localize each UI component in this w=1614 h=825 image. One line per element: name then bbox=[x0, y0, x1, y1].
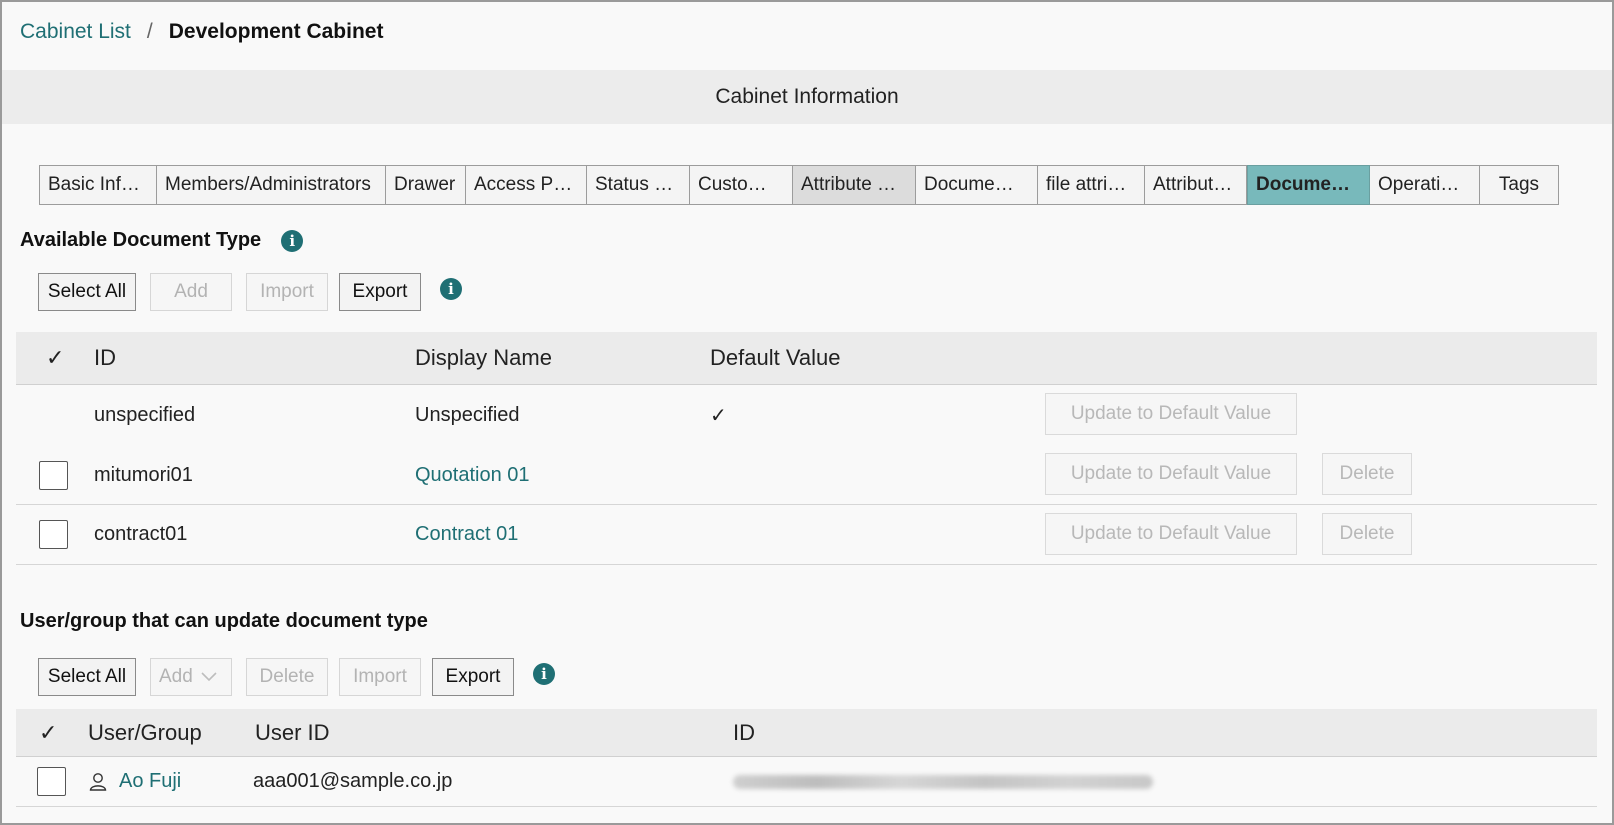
add-dropdown-label: Add bbox=[159, 666, 193, 687]
tab-tags[interactable]: Tags bbox=[1480, 165, 1559, 205]
import-button[interactable]: Import bbox=[246, 273, 328, 311]
select-all-button[interactable]: Select All bbox=[38, 658, 136, 696]
tab-document-type[interactable]: Docume… bbox=[1247, 165, 1370, 205]
tab-bar: Basic Inf… Members/Administrators Drawer… bbox=[39, 165, 1559, 205]
breadcrumb: Cabinet List / Development Cabinet bbox=[20, 20, 383, 44]
row-checkbox-cell bbox=[37, 757, 66, 806]
row-checkbox-cell bbox=[39, 446, 68, 504]
table-row: mitumori01 Quotation 01 Update to Defaul… bbox=[16, 446, 1597, 505]
chevron-down-icon bbox=[201, 666, 217, 688]
row-id: unspecified bbox=[94, 404, 196, 426]
document-type-table-header: ✓ ID Display Name Default Value bbox=[16, 332, 1597, 385]
tab-access-permissions[interactable]: Access P… bbox=[466, 165, 587, 205]
tab-members-administrators[interactable]: Members/Administrators bbox=[157, 165, 386, 205]
delete-button[interactable]: Delete bbox=[1322, 513, 1412, 555]
row-user-id: aaa001@sample.co.jp bbox=[253, 770, 453, 792]
tab-status[interactable]: Status … bbox=[587, 165, 690, 205]
update-default-button[interactable]: Update to Default Value bbox=[1045, 393, 1297, 435]
display-name-column-header[interactable]: Display Name bbox=[415, 332, 552, 384]
tab-operation[interactable]: Operati… bbox=[1370, 165, 1480, 205]
breadcrumb-separator: / bbox=[146, 20, 153, 43]
table-row: Ao Fuji aaa001@sample.co.jp bbox=[16, 757, 1597, 807]
tab-attribute-2[interactable]: Attribut… bbox=[1145, 165, 1247, 205]
export-button[interactable]: Export bbox=[432, 658, 514, 696]
tab-drawer[interactable]: Drawer bbox=[386, 165, 466, 205]
delete-button[interactable]: Delete bbox=[246, 658, 328, 696]
table-row: unspecified Unspecified ✓ Update to Defa… bbox=[16, 385, 1597, 446]
row-id: contract01 bbox=[94, 523, 188, 545]
add-button[interactable]: Add bbox=[150, 273, 232, 311]
row-display-name-link[interactable]: Quotation 01 bbox=[415, 446, 530, 504]
id-column-header[interactable]: ID bbox=[733, 709, 755, 756]
info-icon[interactable]: i bbox=[533, 663, 555, 685]
tab-document[interactable]: Docume… bbox=[916, 165, 1038, 205]
row-display-name-link[interactable]: Contract 01 bbox=[415, 505, 518, 564]
default-check-icon: ✓ bbox=[710, 405, 727, 427]
tab-basic-info[interactable]: Basic Inf… bbox=[39, 165, 157, 205]
user-id-column-header[interactable]: User ID bbox=[255, 709, 330, 756]
row-checkbox-cell bbox=[39, 505, 68, 564]
info-icon[interactable]: i bbox=[281, 229, 304, 252]
user-group-update-label: User/group that can update document type bbox=[20, 610, 428, 632]
section-header-band: Cabinet Information bbox=[2, 70, 1612, 124]
redacted-id bbox=[733, 757, 1153, 806]
breadcrumb-cabinet-list-link[interactable]: Cabinet List bbox=[20, 20, 131, 44]
user-group-table-header: ✓ User/Group User ID ID bbox=[16, 709, 1597, 757]
available-document-type-title: Available Document Type i bbox=[20, 229, 304, 252]
table-row: contract01 Contract 01 Update to Default… bbox=[16, 505, 1597, 565]
add-dropdown-button[interactable]: Add bbox=[150, 658, 232, 696]
delete-button[interactable]: Delete bbox=[1322, 453, 1412, 495]
update-default-button[interactable]: Update to Default Value bbox=[1045, 513, 1297, 555]
row-checkbox[interactable] bbox=[39, 460, 68, 490]
tab-attribute[interactable]: Attribute … bbox=[793, 165, 916, 205]
section-header-title: Cabinet Information bbox=[715, 85, 899, 108]
available-document-type-label: Available Document Type bbox=[20, 229, 262, 251]
tab-custom[interactable]: Custo… bbox=[690, 165, 793, 205]
user-group-column-header[interactable]: User/Group bbox=[88, 709, 202, 756]
tab-file-attribute[interactable]: file attri… bbox=[1038, 165, 1145, 205]
id-column-header[interactable]: ID bbox=[94, 332, 116, 384]
user-group-update-title: User/group that can update document type bbox=[20, 610, 428, 633]
update-default-button[interactable]: Update to Default Value bbox=[1045, 453, 1297, 495]
select-column-check-icon: ✓ bbox=[46, 345, 65, 370]
select-all-button[interactable]: Select All bbox=[38, 273, 136, 311]
row-checkbox[interactable] bbox=[39, 520, 68, 549]
info-icon[interactable]: i bbox=[440, 278, 462, 300]
user-icon bbox=[89, 757, 107, 806]
row-display-name: Unspecified bbox=[415, 404, 520, 426]
row-checkbox[interactable] bbox=[37, 767, 66, 796]
select-column-check-icon: ✓ bbox=[39, 719, 58, 745]
row-id: mitumori01 bbox=[94, 463, 193, 486]
user-name-link[interactable]: Ao Fuji bbox=[119, 757, 181, 806]
export-button[interactable]: Export bbox=[339, 273, 421, 311]
default-value-column-header[interactable]: Default Value bbox=[710, 332, 840, 384]
import-button[interactable]: Import bbox=[339, 658, 421, 696]
page-title: Development Cabinet bbox=[168, 20, 384, 43]
